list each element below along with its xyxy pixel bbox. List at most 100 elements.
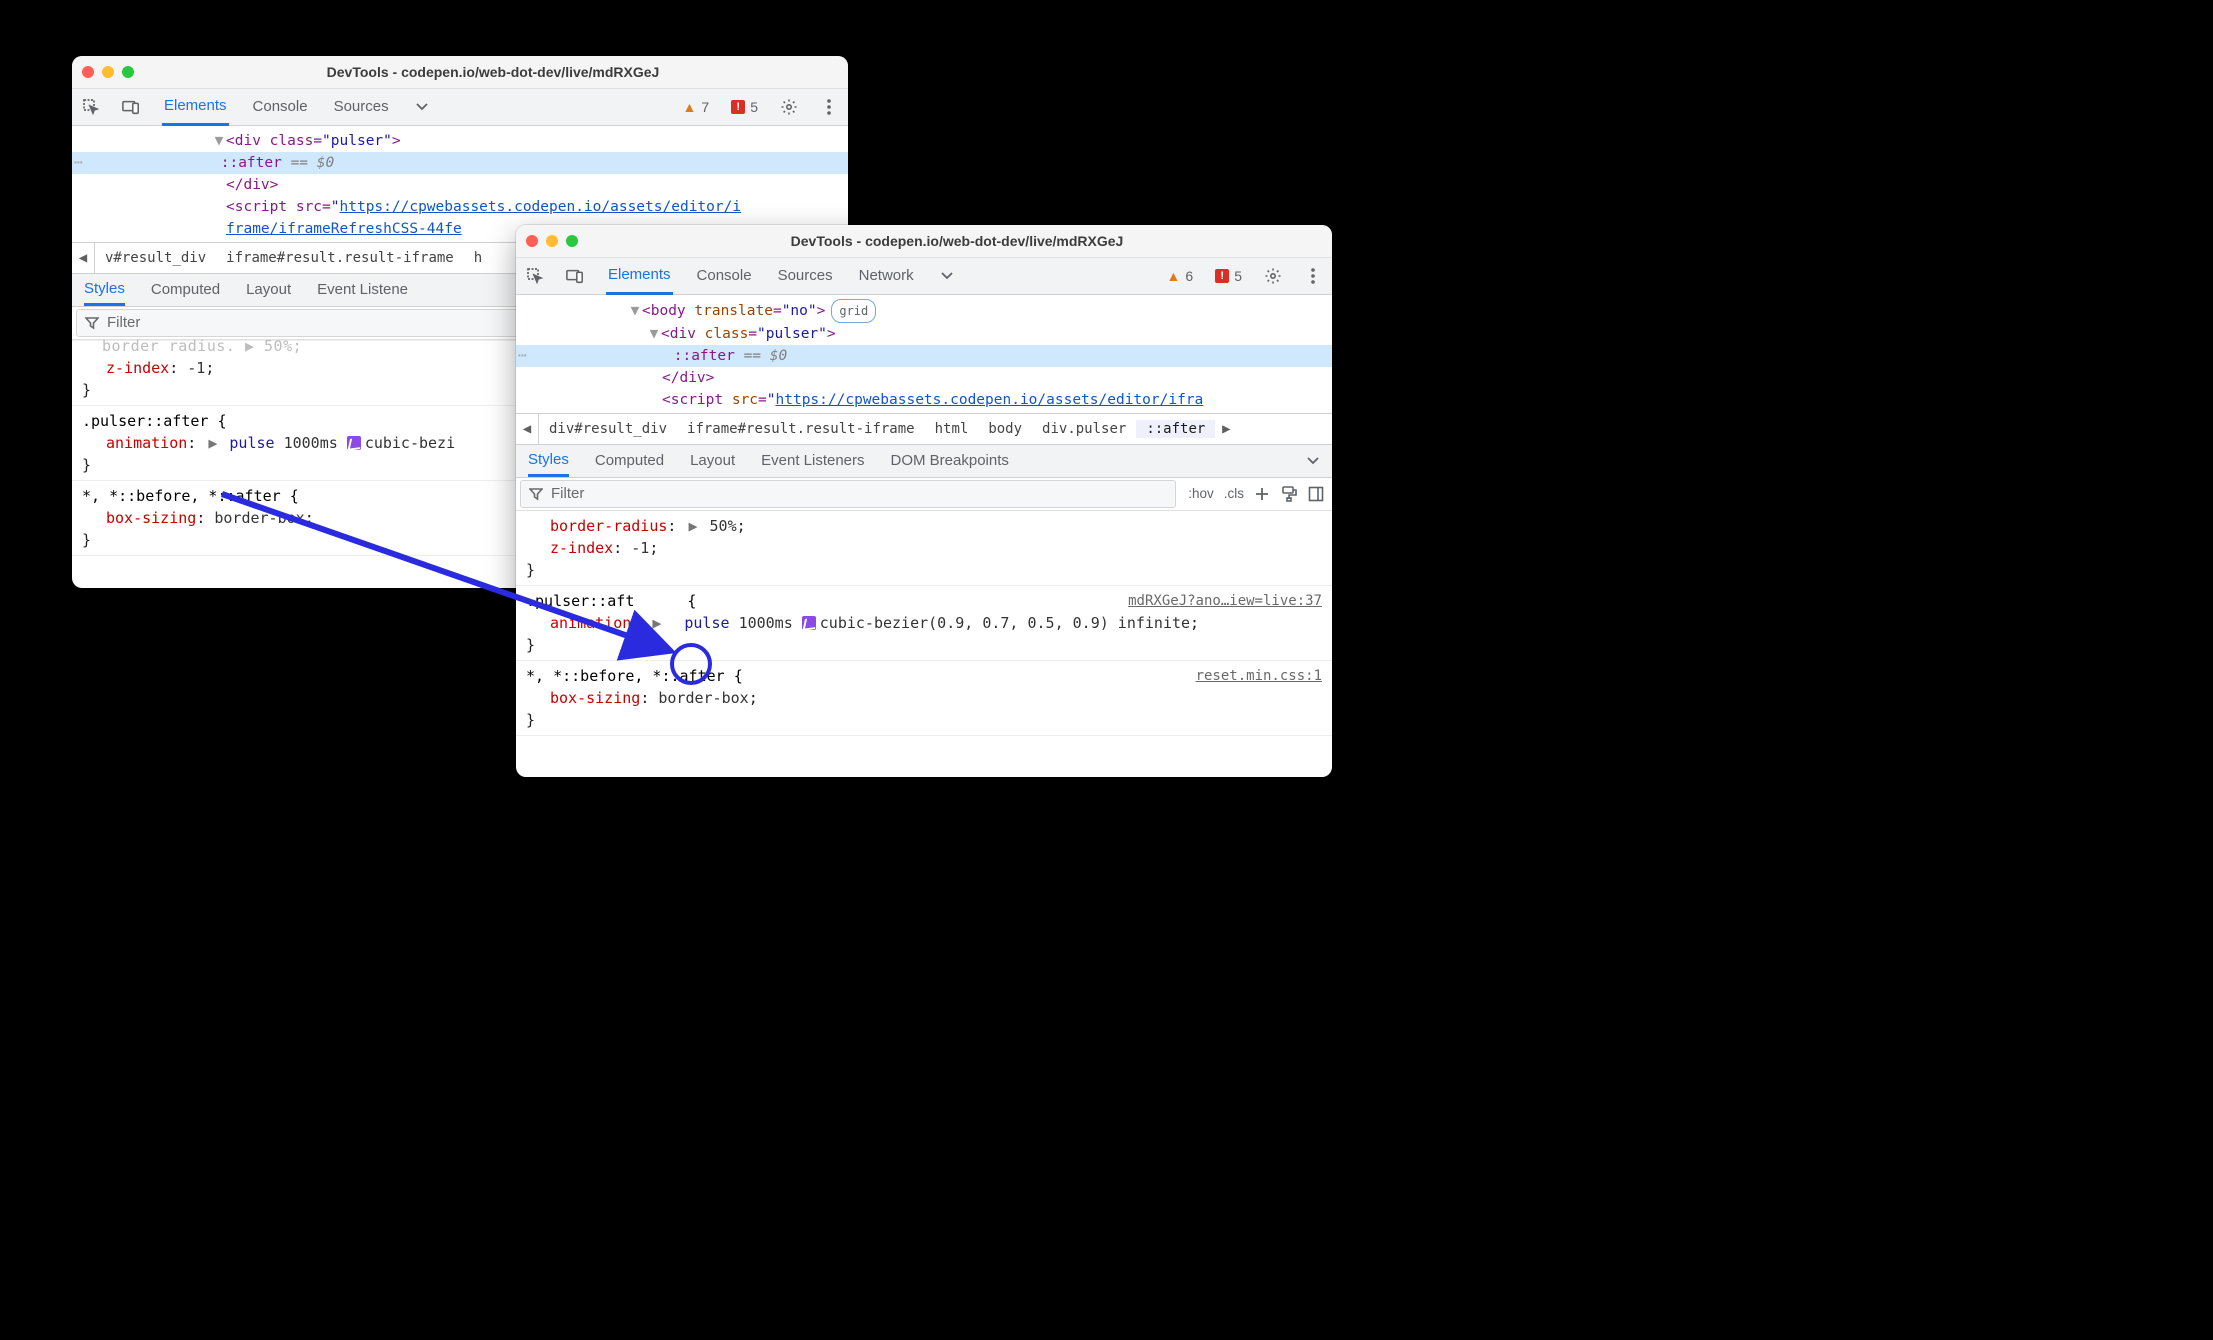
css-source-link[interactable]: mdRXGeJ?ano…iew=live:37 [1128, 590, 1322, 612]
tab-elements[interactable]: Elements [162, 90, 229, 125]
tab-computed[interactable]: Computed [595, 451, 664, 471]
tab-elements[interactable]: Elements [606, 259, 673, 294]
tab-event-listeners[interactable]: Event Listeners [761, 451, 864, 471]
css-prop[interactable]: z-index [106, 359, 169, 377]
close-icon[interactable] [82, 66, 94, 78]
crumb-left-button[interactable]: ◀ [516, 414, 539, 444]
css-value[interactable]: -1 [187, 359, 205, 377]
device-toolbar-icon[interactable] [566, 267, 584, 285]
crumb-item[interactable]: html [925, 420, 979, 439]
tab-styles[interactable]: Styles [84, 279, 125, 306]
tab-console[interactable]: Console [695, 260, 754, 292]
css-prop[interactable]: border-radius [550, 517, 667, 535]
css-value[interactable]: border-box [658, 689, 748, 707]
crumb-item[interactable]: div.pulser [1032, 420, 1136, 439]
errors-badge[interactable]: 5 [1215, 267, 1242, 286]
zoom-icon[interactable] [122, 66, 134, 78]
disclosure-triangle-icon[interactable]: ▼ [647, 323, 661, 345]
errors-badge[interactable]: 5 [731, 98, 758, 117]
dom-selected-row[interactable]: ⋯::after == $0 [72, 152, 848, 174]
new-style-rule-icon[interactable] [1254, 486, 1270, 502]
warnings-badge[interactable]: ▲6 [1167, 267, 1194, 286]
devtools-tabstrip: Elements Console Sources ▲7 5 [72, 89, 848, 126]
warnings-badge[interactable]: ▲7 [683, 98, 710, 117]
traffic-lights[interactable] [82, 66, 140, 78]
close-icon[interactable] [526, 235, 538, 247]
tab-event-listeners[interactable]: Event Listene [317, 280, 408, 300]
kebab-icon[interactable] [820, 98, 838, 116]
expand-icon[interactable]: ▶ [688, 517, 697, 535]
css-anim-timing[interactable]: cubic-bezi [365, 434, 455, 452]
tab-console[interactable]: Console [251, 91, 310, 123]
css-prop[interactable]: box-sizing [550, 689, 640, 707]
css-prop[interactable]: animation [106, 434, 187, 452]
disclosure-triangle-icon[interactable]: ▼ [212, 130, 226, 152]
crumb-item[interactable]: body [978, 420, 1032, 439]
tab-layout[interactable]: Layout [246, 280, 291, 300]
traffic-lights[interactable] [526, 235, 584, 247]
dom-tree[interactable]: ▼<body translate="no">grid ▼<div class="… [516, 295, 1332, 413]
grid-badge[interactable]: grid [831, 299, 876, 323]
crumb-item[interactable]: iframe#result.result-iframe [677, 420, 925, 439]
dom-link[interactable]: frame/iframeRefreshCSS-44fe [226, 218, 462, 240]
css-anim-timing[interactable]: cubic-bezier(0.9, 0.7, 0.5, 0.9) [820, 614, 1109, 632]
css-prop[interactable]: animation [550, 614, 631, 632]
dom-selected-row[interactable]: ⋯::after == $0 [516, 345, 1332, 367]
styles-pane[interactable]: border-radius: ▶ 50%; z-index: -1; } mdR… [516, 511, 1332, 736]
tab-dom-breakpoints[interactable]: DOM Breakpoints [891, 451, 1009, 471]
tab-sources[interactable]: Sources [776, 260, 835, 292]
device-toolbar-icon[interactable] [122, 98, 140, 116]
dom-tag-close: </div> [226, 174, 278, 196]
crumb-item[interactable]: v#result_div [95, 249, 216, 268]
tab-sources[interactable]: Sources [332, 91, 391, 123]
kebab-icon[interactable] [1304, 267, 1322, 285]
err-count: 5 [750, 98, 758, 117]
dom-link[interactable]: https://cpwebassets.codepen.io/assets/ed… [776, 392, 1204, 408]
zoom-icon[interactable] [566, 235, 578, 247]
css-anim-iter[interactable]: infinite [1118, 614, 1190, 632]
disclosure-triangle-icon[interactable]: ▼ [628, 300, 642, 322]
css-anim-name[interactable]: pulse [229, 434, 274, 452]
css-brace: } [526, 634, 1322, 656]
easing-editor-icon[interactable] [347, 436, 361, 450]
minimize-icon[interactable] [102, 66, 114, 78]
inspect-element-icon[interactable] [526, 267, 544, 285]
settings-icon[interactable] [780, 98, 798, 116]
css-prop[interactable]: z-index [550, 539, 613, 557]
crumb-right-button[interactable]: ▶ [1215, 420, 1237, 439]
css-anim-name[interactable]: pulse [684, 614, 729, 632]
crumb-item[interactable]: h [464, 249, 492, 268]
settings-icon[interactable] [1264, 267, 1282, 285]
css-anim-duration[interactable]: 1000ms [284, 434, 338, 452]
hov-toggle[interactable]: :hov [1188, 485, 1214, 503]
inspect-element-icon[interactable] [82, 98, 100, 116]
filter-input[interactable]: Filter [520, 480, 1176, 508]
tab-computed[interactable]: Computed [151, 280, 220, 300]
more-tabs-icon[interactable] [413, 98, 431, 116]
dom-link[interactable]: https://cpwebassets.codepen.io/assets/ed… [340, 199, 742, 215]
css-value[interactable]: border-box [214, 509, 304, 527]
cls-toggle[interactable]: .cls [1224, 485, 1244, 503]
tab-styles[interactable]: Styles [528, 450, 569, 477]
easing-editor-icon[interactable] [802, 616, 816, 630]
css-prop[interactable]: box-sizing [106, 509, 196, 527]
more-panel-tabs-icon[interactable] [1304, 454, 1322, 468]
css-source-link[interactable]: reset.min.css:1 [1196, 665, 1322, 687]
more-tabs-icon[interactable] [938, 267, 956, 285]
err-count: 5 [1234, 267, 1242, 286]
paint-icon[interactable] [1280, 485, 1298, 503]
crumb-left-button[interactable]: ◀ [72, 243, 95, 273]
css-anim-duration[interactable]: 1000ms [739, 614, 793, 632]
breadcrumb[interactable]: ◀ div#result_div iframe#result.result-if… [516, 413, 1332, 445]
crumb-item[interactable]: iframe#result.result-iframe [216, 249, 464, 268]
expand-icon[interactable]: ▶ [208, 434, 217, 452]
css-value[interactable]: 50% [710, 517, 737, 535]
tab-layout[interactable]: Layout [690, 451, 735, 471]
crumb-item-selected[interactable]: ::after [1136, 420, 1215, 439]
expand-icon[interactable]: ▶ [652, 614, 661, 632]
minimize-icon[interactable] [546, 235, 558, 247]
tab-network[interactable]: Network [857, 260, 916, 292]
crumb-item[interactable]: div#result_div [539, 420, 677, 439]
css-value[interactable]: -1 [631, 539, 649, 557]
panel-layout-icon[interactable] [1308, 486, 1324, 502]
